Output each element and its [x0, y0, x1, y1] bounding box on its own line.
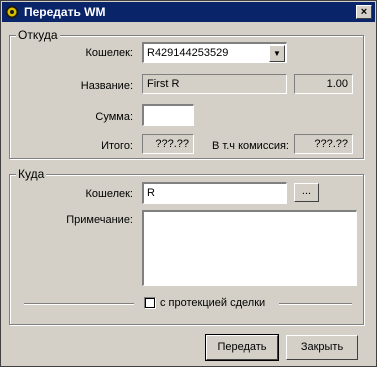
commission-label: В т.ч комиссия:: [212, 140, 289, 152]
commission-value: ???.??: [314, 138, 348, 150]
chevron-down-icon[interactable]: ▼: [269, 45, 285, 62]
browse-button-label: ...: [301, 185, 312, 197]
separator-left: [24, 303, 134, 305]
from-group-legend: Откуда: [16, 28, 60, 42]
note-textarea[interactable]: [142, 210, 357, 286]
balance-field: 1.00: [294, 74, 353, 94]
name-label: Название:: [80, 80, 133, 92]
browse-button[interactable]: ...: [294, 183, 319, 202]
total-value: ???.??: [155, 138, 189, 150]
from-purse-select[interactable]: R429144253529 ▼: [142, 42, 287, 63]
name-field: First R: [142, 74, 287, 94]
close-button[interactable]: Закрыть: [286, 335, 358, 360]
send-button-label: Передать: [217, 341, 267, 353]
amount-label: Сумма:: [95, 111, 133, 123]
protection-label[interactable]: с протекцией сделки: [160, 297, 280, 309]
note-label: Примечание:: [66, 214, 133, 226]
transfer-wm-window: Передать WM × Откуда Кошелек: R429144253…: [0, 0, 377, 367]
to-purse-label: Кошелек:: [85, 188, 133, 200]
amount-input[interactable]: [142, 104, 194, 126]
close-button-label: Закрыть: [300, 341, 344, 353]
from-purse-value: R429144253529: [147, 47, 229, 59]
commission-field: ???.??: [294, 134, 353, 154]
to-group-legend: Куда: [16, 167, 47, 181]
to-purse-value: R: [147, 187, 155, 199]
title-bar: Передать WM ×: [2, 2, 375, 22]
close-icon[interactable]: ×: [356, 5, 372, 19]
send-button[interactable]: Передать: [205, 334, 279, 361]
total-field: ???.??: [142, 134, 194, 154]
separator-right: [279, 303, 352, 305]
balance-value: 1.00: [326, 78, 348, 90]
protection-checkbox[interactable]: [144, 297, 156, 309]
webmoney-logo-icon: [5, 5, 19, 19]
to-purse-input[interactable]: R: [142, 182, 287, 204]
name-value: First R: [147, 78, 180, 90]
window-title: Передать WM: [24, 5, 106, 19]
total-label: Итого:: [101, 140, 133, 152]
from-purse-label: Кошелек:: [85, 47, 133, 59]
